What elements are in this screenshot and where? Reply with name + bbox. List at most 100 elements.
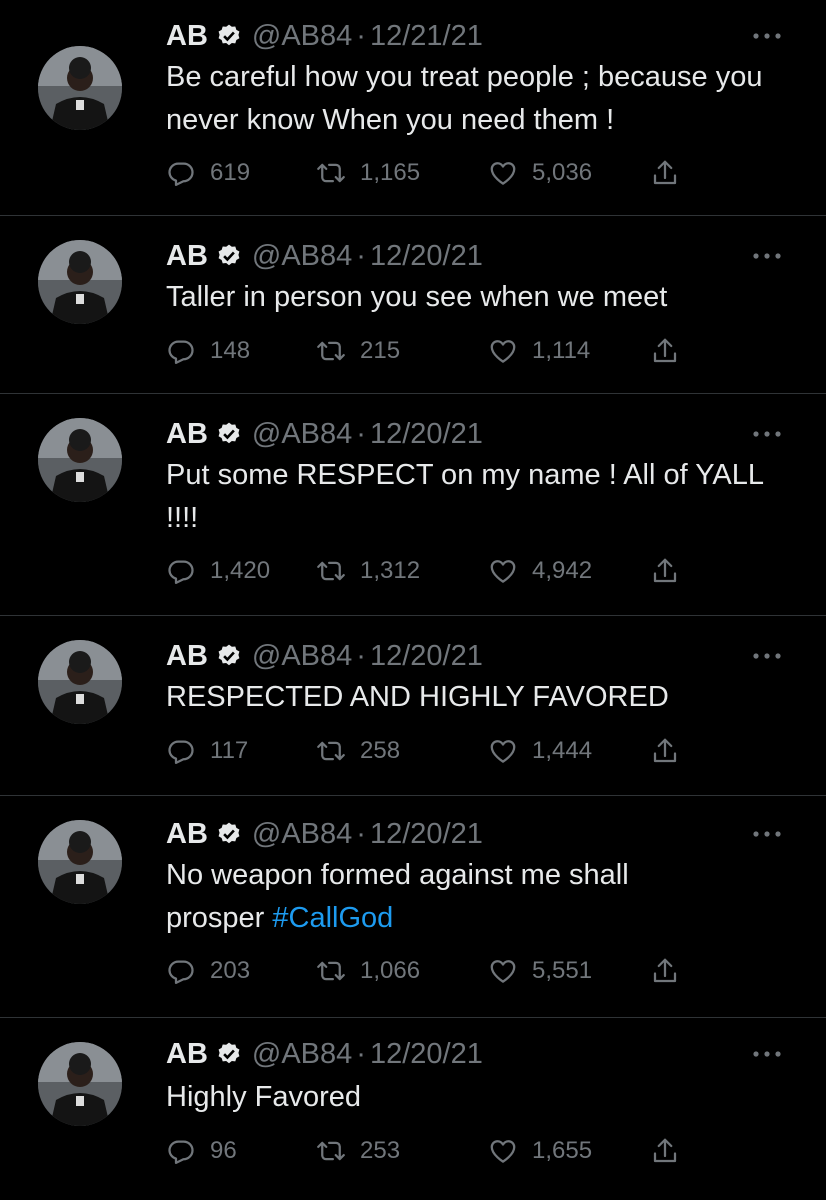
avatar[interactable] <box>38 418 122 502</box>
share-button[interactable] <box>650 334 680 368</box>
user-handle[interactable]: @AB84 <box>252 418 352 451</box>
reply-button[interactable]: 148 <box>166 334 250 368</box>
tweet-text: RESPECTED AND HIGHLY FAVORED <box>166 676 776 719</box>
hashtag-link[interactable]: #CallGod <box>272 902 393 934</box>
tweet[interactable]: AB @AB84 · 12/20/21 Highly Favored 96 25… <box>0 1018 826 1200</box>
share-icon <box>650 736 680 766</box>
reply-count: 148 <box>210 337 251 364</box>
tweet-date[interactable]: 12/20/21 <box>370 818 483 851</box>
tweet-date[interactable]: 12/20/21 <box>370 418 483 451</box>
tweet-body: Taller in person you see when we meet <box>166 281 668 313</box>
more-options-icon[interactable] <box>750 246 784 266</box>
retweet-button[interactable]: 253 <box>316 1134 400 1168</box>
retweet-icon <box>316 736 346 766</box>
share-button[interactable] <box>650 554 680 588</box>
reply-button[interactable]: 619 <box>166 156 250 190</box>
reply-button[interactable]: 1,420 <box>166 554 270 588</box>
retweet-count: 1,066 <box>360 957 421 984</box>
user-handle[interactable]: @AB84 <box>252 640 352 673</box>
verified-badge-icon <box>216 1041 242 1067</box>
tweet[interactable]: AB @AB84 · 12/20/21 Taller in person you… <box>0 216 826 394</box>
more-options-icon[interactable] <box>750 824 784 844</box>
like-button[interactable]: 1,444 <box>488 734 592 768</box>
share-icon <box>650 336 680 366</box>
share-icon <box>650 956 680 986</box>
avatar-photo <box>38 46 122 130</box>
separator-dot: · <box>356 239 366 272</box>
like-button[interactable]: 5,036 <box>488 156 592 190</box>
tweet-actions: 148 215 1,114 <box>166 334 706 368</box>
retweet-icon <box>316 956 346 986</box>
avatar[interactable] <box>38 820 122 904</box>
tweet[interactable]: AB @AB84 · 12/20/21 RESPECTED AND HIGHLY… <box>0 616 826 796</box>
avatar[interactable] <box>38 240 122 324</box>
tweet-date[interactable]: 12/20/21 <box>370 640 483 673</box>
tweet[interactable]: AB @AB84 · 12/20/21 No weapon formed aga… <box>0 796 826 1018</box>
separator-dot: · <box>356 19 366 52</box>
more-options-icon[interactable] <box>750 1044 784 1064</box>
user-handle[interactable]: @AB84 <box>252 20 352 53</box>
tweet-header: AB @AB84 · 12/20/21 <box>166 1036 483 1072</box>
share-button[interactable] <box>650 954 680 988</box>
user-handle[interactable]: @AB84 <box>252 240 352 273</box>
share-icon <box>650 1136 680 1166</box>
retweet-icon <box>316 158 346 188</box>
tweet-text: Put some RESPECT on my name ! All of YAL… <box>166 454 776 540</box>
user-handle[interactable]: @AB84 <box>252 818 352 851</box>
like-count: 1,655 <box>532 1137 593 1164</box>
tweet-header: AB @AB84 · 12/21/21 <box>166 18 483 54</box>
verified-badge-icon <box>216 243 242 269</box>
tweet[interactable]: AB @AB84 · 12/20/21 Put some RESPECT on … <box>0 394 826 616</box>
tweet-date[interactable]: 12/20/21 <box>370 1038 483 1071</box>
tweet-actions: 117 258 1,444 <box>166 734 706 768</box>
reply-count: 619 <box>210 159 251 186</box>
retweet-icon <box>316 556 346 586</box>
more-options-icon[interactable] <box>750 26 784 46</box>
retweet-button[interactable]: 215 <box>316 334 400 368</box>
reply-button[interactable]: 203 <box>166 954 250 988</box>
tweet-date[interactable]: 12/21/21 <box>370 20 483 53</box>
more-options-icon[interactable] <box>750 646 784 666</box>
more-options-icon[interactable] <box>750 424 784 444</box>
display-name[interactable]: AB <box>166 1038 208 1071</box>
avatar-photo <box>38 640 122 724</box>
reply-count: 117 <box>210 737 249 764</box>
avatar-photo <box>38 418 122 502</box>
display-name[interactable]: AB <box>166 818 208 851</box>
retweet-button[interactable]: 258 <box>316 734 400 768</box>
avatar[interactable] <box>38 1042 122 1126</box>
user-handle[interactable]: @AB84 <box>252 1038 352 1071</box>
reply-icon <box>166 736 196 766</box>
retweet-button[interactable]: 1,066 <box>316 954 420 988</box>
tweet-header: AB @AB84 · 12/20/21 <box>166 638 483 674</box>
display-name[interactable]: AB <box>166 640 208 673</box>
reply-icon <box>166 556 196 586</box>
share-button[interactable] <box>650 734 680 768</box>
reply-button[interactable]: 96 <box>166 1134 237 1168</box>
avatar[interactable] <box>38 46 122 130</box>
reply-count: 203 <box>210 957 251 984</box>
like-button[interactable]: 4,942 <box>488 554 592 588</box>
heart-icon <box>488 736 518 766</box>
share-button[interactable] <box>650 156 680 190</box>
like-button[interactable]: 1,114 <box>488 334 590 368</box>
tweet-actions: 203 1,066 5,551 <box>166 954 706 988</box>
display-name[interactable]: AB <box>166 240 208 273</box>
share-button[interactable] <box>650 1134 680 1168</box>
like-count: 4,942 <box>532 557 593 584</box>
avatar[interactable] <box>38 640 122 724</box>
retweet-button[interactable]: 1,165 <box>316 156 420 190</box>
tweet-header: AB @AB84 · 12/20/21 <box>166 416 483 452</box>
verified-badge-icon <box>216 421 242 447</box>
display-name[interactable]: AB <box>166 20 208 53</box>
reply-count: 1,420 <box>210 557 271 584</box>
like-count: 1,114 <box>532 337 591 364</box>
reply-button[interactable]: 117 <box>166 734 248 768</box>
retweet-button[interactable]: 1,312 <box>316 554 420 588</box>
tweet[interactable]: AB @AB84 · 12/21/21 Be careful how you t… <box>0 0 826 216</box>
share-icon <box>650 158 680 188</box>
display-name[interactable]: AB <box>166 418 208 451</box>
tweet-date[interactable]: 12/20/21 <box>370 240 483 273</box>
like-button[interactable]: 5,551 <box>488 954 592 988</box>
like-button[interactable]: 1,655 <box>488 1134 592 1168</box>
